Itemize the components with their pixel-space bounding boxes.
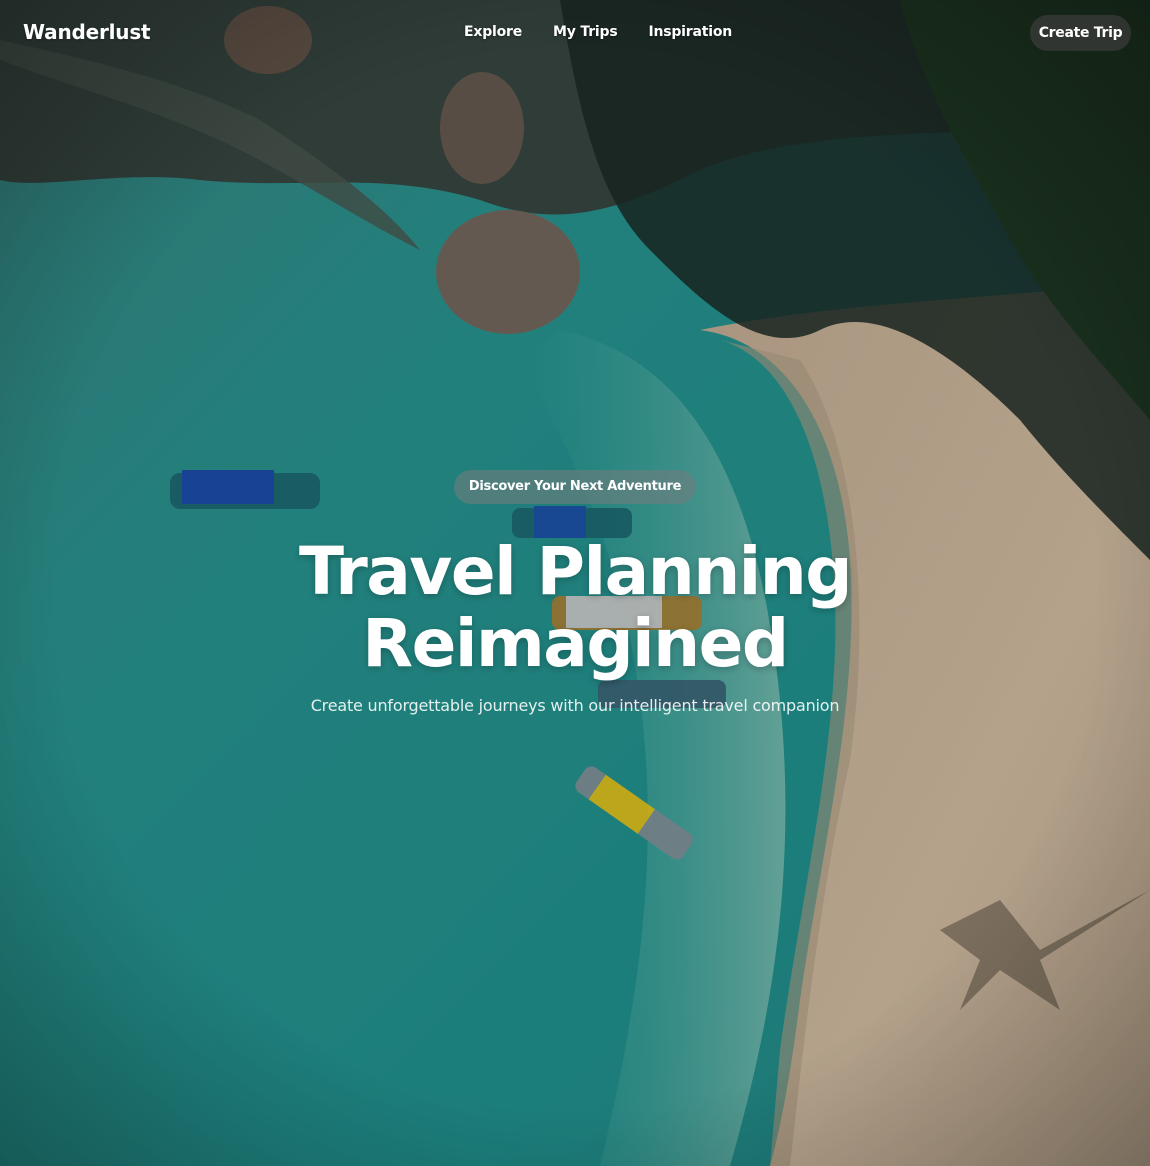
hero-title: Travel Planning Reimagined xyxy=(0,536,1150,680)
nav-link-explore[interactable]: Explore xyxy=(464,24,522,40)
brand-logo[interactable]: Wanderlust xyxy=(23,20,151,44)
top-navbar: Wanderlust Explore My Trips Inspiration … xyxy=(0,0,1150,66)
hero-badge: Discover Your Next Adventure xyxy=(453,470,697,504)
hero-title-line-1: Travel Planning xyxy=(298,533,853,610)
nav-link-my-trips[interactable]: My Trips xyxy=(553,24,618,40)
nav-link-inspiration[interactable]: Inspiration xyxy=(648,24,732,40)
create-trip-button[interactable]: Create Trip xyxy=(1030,15,1131,51)
nav-links: Explore My Trips Inspiration xyxy=(464,24,732,40)
hero-subtitle: Create unforgettable journeys with our i… xyxy=(310,696,840,715)
hero-content: Discover Your Next Adventure Travel Plan… xyxy=(0,470,1150,715)
hero-section: Wanderlust Explore My Trips Inspiration … xyxy=(0,0,1150,1166)
hero-title-line-2: Reimagined xyxy=(362,605,789,682)
